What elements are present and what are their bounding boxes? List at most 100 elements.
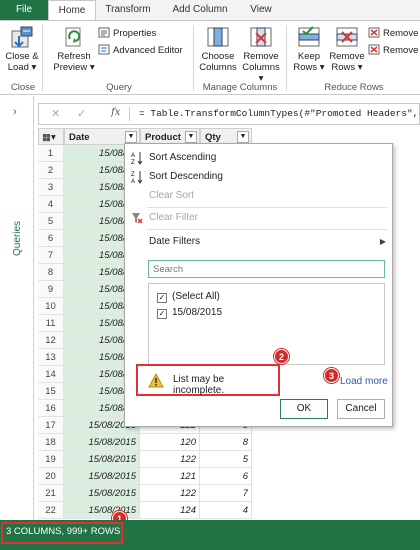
formula-bar: ✕ ✓ fx = Table.TransformColumnTypes(#"Pr… [38,103,420,125]
power-query-editor: File Home Transform Add Column View Clos… [0,0,420,550]
ok-button[interactable]: OK [280,399,328,419]
product-cell: 122 [140,485,200,502]
close-load-button[interactable]: Close & Load ▾ [4,25,40,73]
menu-separator [147,229,387,230]
product-cell: 124 [140,502,200,519]
row-number: 8 [38,264,64,281]
clear-filter-icon [132,213,143,224]
filter-dropdown-icon[interactable]: ▼ [125,131,137,143]
sort-ascending-item[interactable]: AZ Sort Ascending [125,149,392,167]
remove-rows-label-2: Rows ▾ [331,62,363,73]
remove-top-rows-label: Remove [383,28,419,39]
qty-cell: 6 [200,468,252,485]
remove-bottom-rows-icon [368,44,380,55]
table-row[interactable]: 21 15/08/2015 122 7 [38,485,258,502]
row-number: 17 [38,417,64,434]
filter-dropdown-icon[interactable]: ▼ [185,131,197,143]
tab-home[interactable]: Home [48,0,96,21]
sort-descending-item[interactable]: ZA Sort Descending [125,168,392,186]
queries-pane[interactable]: › Queries [0,96,34,520]
qty-cell: 4 [200,502,252,519]
select-all-checkbox[interactable]: ✓ (Select All) [157,290,220,304]
row-number: 10 [38,298,64,315]
cancel-button[interactable]: Cancel [337,399,385,419]
product-cell: 121 [140,468,200,485]
row-number: 15 [38,383,64,400]
choose-columns-label-2: Columns [199,62,237,73]
tab-file[interactable]: File [0,0,48,20]
remove-columns-button[interactable]: Remove Columns ▾ [240,25,282,84]
formula-input[interactable]: = Table.TransformColumnTypes(#"Promoted … [139,108,420,119]
group-label-reduce-rows: Reduce Rows [324,82,384,93]
row-number: 13 [38,349,64,366]
load-more-link[interactable]: Load more [340,376,388,387]
table-row[interactable]: 18 15/08/2015 120 8 [38,434,258,451]
expand-chevron-icon[interactable]: › [13,106,17,118]
table-row[interactable]: 22 15/08/2015 124 4 [38,502,258,519]
tab-add-column[interactable]: Add Column [166,0,234,20]
remove-bottom-rows-button[interactable]: Remove [368,44,418,58]
sort-descending-icon: ZA [131,171,143,184]
confirm-formula-icon[interactable]: ✓ [77,107,86,120]
qty-cell: 7 [200,485,252,502]
table-row[interactable]: 20 15/08/2015 121 6 [38,468,258,485]
sort-ascending-label: Sort Ascending [149,152,217,163]
date-filters-label: Date Filters [149,236,201,247]
remove-columns-icon [250,27,272,47]
remove-top-rows-button[interactable]: Remove [368,27,418,41]
submenu-arrow-icon: ▶ [379,237,386,246]
clear-sort-item: Clear Sort [149,190,195,201]
fx-icon[interactable]: fx [111,107,120,118]
group-label-manage-columns: Manage Columns [202,82,278,93]
row-number: 1 [38,145,64,162]
checkbox-checked-icon: ✓ [157,293,167,303]
properties-label: Properties [113,28,157,39]
date-cell: 15/08/2015 [64,434,140,451]
close-load-label-2: Load ▾ [7,62,37,73]
properties-button[interactable]: Properties [98,27,156,41]
column-header-product-label: Product [145,132,181,143]
svg-text:Z: Z [131,172,135,178]
row-number: 6 [38,230,64,247]
row-number: 20 [38,468,64,485]
value-checkbox[interactable]: ✓ 15/08/2015 [157,306,222,320]
keep-rows-button[interactable]: Keep Rows ▾ [292,25,326,73]
menu-separator [147,207,387,208]
warning-icon [148,373,164,388]
close-load-icon [11,26,33,48]
choose-columns-button[interactable]: Choose Columns [198,25,238,73]
date-cell: 15/08/2015 [64,468,140,485]
refresh-icon [65,27,81,47]
remove-top-rows-icon [368,27,380,38]
advanced-editor-button[interactable]: Advanced Editor [98,44,183,58]
filter-dropdown-icon[interactable]: ▼ [237,131,249,143]
choose-columns-icon [207,27,229,47]
row-number: 3 [38,179,64,196]
incomplete-list-warning: List may be incomplete. [136,364,280,396]
svg-text:A: A [131,153,135,159]
row-number: 16 [38,400,64,417]
remove-columns-label-1: Remove [243,51,279,62]
row-number: 4 [38,196,64,213]
row-number: 12 [38,332,64,349]
refresh-label-2: Preview ▾ [53,62,95,73]
clear-filter-label: Clear Filter [149,212,198,223]
formula-divider [129,107,130,121]
column-header-qty-label: Qty [205,132,221,143]
column-header-date-label: Date [69,132,90,143]
refresh-preview-button[interactable]: Refresh Preview ▾ [52,25,96,73]
filter-search-input[interactable] [148,260,385,278]
table-row[interactable]: 19 15/08/2015 122 5 [38,451,258,468]
row-number: 9 [38,281,64,298]
ribbon-separator [286,25,287,91]
properties-icon [98,27,110,38]
cancel-formula-icon[interactable]: ✕ [51,107,60,120]
remove-rows-button[interactable]: Remove Rows ▾ [328,25,366,73]
row-number: 5 [38,213,64,230]
row-number: 2 [38,162,64,179]
tab-view[interactable]: View [242,0,280,20]
table-menu-icon[interactable]: ▦▾ [38,128,64,145]
tab-transform[interactable]: Transform [100,0,156,20]
date-filters-item[interactable]: Date Filters ▶ [125,233,392,251]
column-filter-menu: AZ Sort Ascending ZA Sort Descending Cle… [124,143,393,427]
